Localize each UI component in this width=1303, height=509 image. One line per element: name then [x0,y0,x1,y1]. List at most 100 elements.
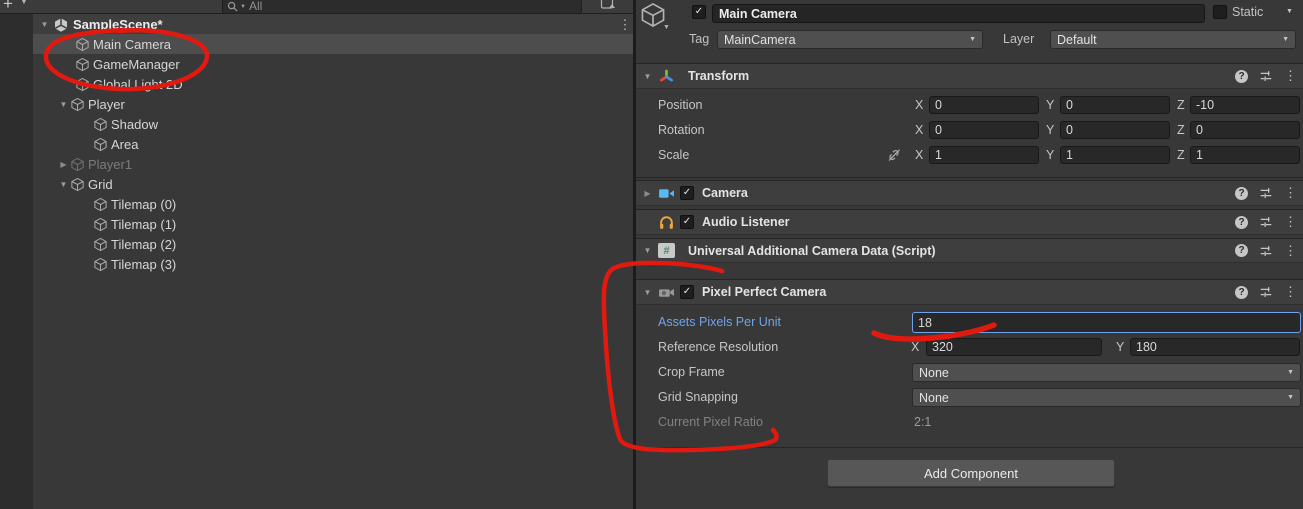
gameobject-icon [70,97,85,112]
assets-pixels-per-unit-input[interactable] [912,312,1301,333]
static-dropdown-caret[interactable]: ▼ [1286,8,1293,15]
audio-listener-enabled-checkbox[interactable]: ✓ [680,215,694,229]
position-z-input[interactable] [1190,96,1300,114]
help-icon[interactable]: ? [1235,187,1248,200]
layer-label: Layer [1003,32,1034,46]
hierarchy-item-main-camera[interactable]: Main Camera [33,34,676,54]
hierarchy-item-global-light-2d[interactable]: Global Light 2D [33,74,676,94]
foldout-open-icon[interactable]: ▼ [641,246,654,255]
camera-icon [658,185,675,202]
presets-icon[interactable] [1259,285,1273,299]
item-label: Grid [88,177,113,192]
foldout-open-icon[interactable]: ▼ [57,100,70,109]
foldout-open-icon[interactable]: ▼ [57,180,70,189]
scale-y-input[interactable] [1060,146,1170,164]
presets-icon[interactable] [1259,69,1273,83]
layer-dropdown[interactable]: Default▼ [1050,30,1296,49]
pixel-perfect-enabled-checkbox[interactable]: ✓ [680,285,694,299]
help-icon[interactable]: ? [1235,216,1248,229]
rotation-z-input[interactable] [1190,121,1300,139]
gameobject-name-input[interactable] [712,4,1205,23]
foldout-closed-icon[interactable]: ▶ [57,160,70,169]
hierarchy-item-tilemap-1[interactable]: Tilemap (1) [33,214,694,234]
current-pixel-ratio-label: Current Pixel Ratio [658,415,763,429]
active-checkbox[interactable]: ✓ [692,5,706,19]
gameobject-icon [93,197,108,212]
scale-x-input[interactable] [929,146,1039,164]
axis-x-label: X [911,340,919,354]
create-dropdown-caret[interactable]: ▼ [20,0,28,6]
component-header-universal-additional-camera-data[interactable]: ▼ # Universal Additional Camera Data (Sc… [636,238,1303,263]
dropdown-caret-icon: ▼ [1287,369,1294,376]
presets-icon[interactable] [1259,186,1273,200]
reference-resolution-x-input[interactable] [926,338,1102,356]
tag-dropdown[interactable]: MainCamera▼ [717,30,983,49]
create-plus-button[interactable]: + [3,0,13,14]
component-header-transform[interactable]: ▼ Transform ? ⋮ [636,63,1303,89]
hierarchy-item-grid[interactable]: ▼ Grid [33,174,658,194]
kebab-menu-icon[interactable]: ⋮ [1284,68,1297,84]
foldout-open-icon[interactable]: ▼ [641,288,654,297]
axis-x-label: X [915,148,923,162]
scene-icon [53,17,69,33]
component-header-pixel-perfect-camera[interactable]: ▼ ✓ Pixel Perfect Camera ? ⋮ [636,279,1303,305]
transform-icon [658,68,675,85]
hierarchy-panel: + ▼ ▼ All ▼ SampleScene* ⋮ Main Camera G… [0,0,634,509]
hierarchy-item-tilemap-2[interactable]: Tilemap (2) [33,234,694,254]
add-component-button[interactable]: Add Component [827,459,1115,487]
help-icon[interactable]: ? [1235,244,1248,257]
hierarchy-item-player[interactable]: ▼ Player [33,94,658,114]
axis-y-label: Y [1046,98,1054,112]
position-label: Position [658,98,702,112]
kebab-menu-icon[interactable]: ⋮ [1284,185,1297,201]
scale-z-input[interactable] [1190,146,1300,164]
component-header-camera[interactable]: ▶ ✓ Camera ? ⋮ [636,180,1303,206]
hierarchy-item-tilemap-0[interactable]: Tilemap (0) [33,194,694,214]
current-pixel-ratio-value: 2:1 [914,415,931,429]
rotation-y-input[interactable] [1060,121,1170,139]
grid-snapping-dropdown[interactable]: None▼ [912,388,1301,407]
gameobject-icon [75,57,90,72]
icon-dropdown-caret[interactable]: ▼ [663,24,670,31]
hierarchy-item-gamemanager[interactable]: GameManager [33,54,676,74]
scene-foldout-icon[interactable]: ▼ [38,20,51,29]
component-header-audio-listener[interactable]: ▼ ✓ Audio Listener ? ⋮ [636,209,1303,235]
help-icon[interactable]: ? [1235,70,1248,83]
dropdown-caret-icon: ▼ [969,36,976,43]
axis-z-label: Z [1177,123,1185,137]
rotation-x-input[interactable] [929,121,1039,139]
kebab-menu-icon[interactable]: ⋮ [1284,284,1297,300]
headphones-icon [658,214,675,231]
scene-kebab-icon[interactable]: ⋮ [617,14,633,35]
link-disabled-icon[interactable] [886,147,902,163]
camera-enabled-checkbox[interactable]: ✓ [680,186,694,200]
hierarchy-item-shadow[interactable]: Shadow [33,114,694,134]
item-label: Tilemap (3) [111,257,176,272]
presets-icon[interactable] [1259,215,1273,229]
static-checkbox[interactable] [1213,5,1227,19]
hierarchy-item-player1[interactable]: ▶ Player1 [33,154,658,174]
axis-y-label: Y [1116,340,1124,354]
scene-picking-icon[interactable] [600,0,617,12]
kebab-menu-icon[interactable]: ⋮ [1284,243,1297,259]
presets-icon[interactable] [1259,244,1273,258]
scale-label: Scale [658,148,689,162]
axis-y-label: Y [1046,123,1054,137]
search-text: All [249,0,262,13]
hierarchy-item-area[interactable]: Area [33,134,694,154]
reference-resolution-y-input[interactable] [1130,338,1300,356]
hierarchy-item-tilemap-3[interactable]: Tilemap (3) [33,254,694,274]
inspector-panel: ▼ ✓ Static ▼ Tag MainCamera▼ Layer Defau… [636,0,1303,509]
foldout-closed-icon[interactable]: ▶ [641,189,654,198]
search-filter-caret[interactable]: ▼ [240,4,246,10]
help-icon[interactable]: ? [1235,286,1248,299]
crop-frame-dropdown[interactable]: None▼ [912,363,1301,382]
scene-header-row[interactable]: ▼ SampleScene* ⋮ [33,14,634,35]
position-x-input[interactable] [929,96,1039,114]
hierarchy-toolbar: + ▼ ▼ All [0,0,634,14]
kebab-menu-icon[interactable]: ⋮ [1284,214,1297,230]
position-y-input[interactable] [1060,96,1170,114]
hierarchy-search-input[interactable]: ▼ All [222,0,582,14]
foldout-open-icon[interactable]: ▼ [641,72,654,81]
hierarchy-left-strip [0,0,33,509]
